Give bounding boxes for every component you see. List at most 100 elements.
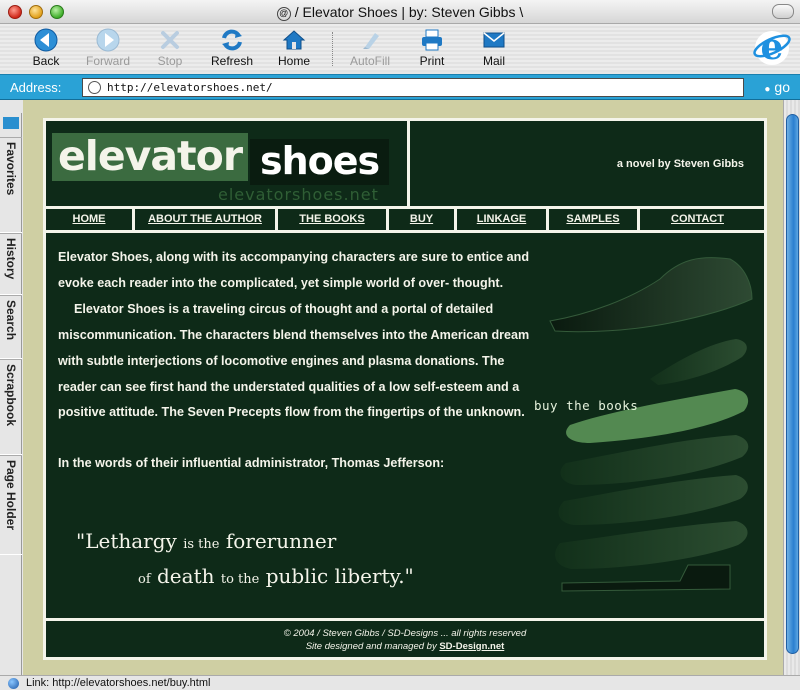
refresh-label: Refresh [210, 54, 254, 68]
home-label: Home [277, 54, 310, 68]
footer-credit: Site designed and managed by SD-Design.n… [46, 640, 764, 653]
explorer-tab-label: History [4, 238, 18, 280]
print-button[interactable]: Print [402, 27, 462, 71]
go-button[interactable]: ● go [748, 75, 800, 99]
quote-part: death [157, 564, 215, 588]
forward-arrow-icon [96, 28, 120, 52]
page-icon [88, 81, 101, 94]
status-bar: Link: http://elevatorshoes.net/buy.html [0, 675, 800, 690]
toolbar-toggle-button[interactable] [772, 4, 794, 19]
shoe-insole [650, 339, 747, 385]
stop-label: Stop [157, 54, 183, 68]
web-content-area: elevator shoes elevatorshoes.net a novel… [23, 100, 783, 675]
nav-home[interactable]: HOME [46, 209, 135, 230]
title-bar[interactable]: @ / Elevator Shoes | by: Steven Gibbs \ [0, 0, 800, 24]
vertical-scrollbar[interactable] [783, 100, 800, 675]
explorer-tab-label: Favorites [4, 142, 18, 196]
back-arrow-icon [34, 28, 58, 52]
explorer-tab-search[interactable]: Search [0, 295, 22, 359]
shoe-cutaway-illustration [549, 257, 753, 592]
logo-word-shoes: shoes [250, 139, 390, 185]
paragraph-2: Elevator Shoes is a traveling circus of … [58, 301, 530, 420]
forward-button[interactable]: Forward [78, 27, 138, 71]
intro-text: Elevator Shoes, along with its accompany… [58, 245, 530, 477]
go-label: go [774, 79, 790, 95]
internet-explorer-logo-icon: e [753, 28, 791, 68]
quote-part: "Lethargy [76, 529, 177, 553]
explorer-tab-label: Search [4, 300, 18, 341]
buy-the-books-link[interactable]: buy the books [534, 398, 638, 413]
autofill-button[interactable]: AutoFill [340, 27, 400, 71]
home-button[interactable]: Home [264, 27, 324, 71]
globe-icon [8, 678, 19, 689]
paragraph-1: Elevator Shoes, along with its accompany… [58, 250, 530, 290]
address-url-text: http://elevatorshoes.net/ [107, 81, 273, 94]
refresh-icon [222, 29, 242, 51]
paragraph-3: In the words of their influential admini… [58, 456, 445, 471]
shoe-upper [549, 257, 753, 333]
address-input[interactable]: http://elevatorshoes.net/ [82, 78, 744, 97]
explorer-tab-favorites[interactable]: Favorites [0, 137, 22, 233]
explorer-tab-page-holder[interactable]: Page Holder [0, 455, 22, 555]
nav-the-books[interactable]: THE BOOKS [278, 209, 389, 230]
toolbar: Back Forward Stop Refresh Home AutoFill … [0, 24, 800, 72]
forward-label: Forward [85, 54, 130, 68]
explorer-tab-label: Page Holder [4, 460, 18, 531]
window-title-text: / Elevator Shoes | by: Steven Gibbs \ [294, 4, 524, 20]
nav-samples[interactable]: SAMPLES [549, 209, 640, 230]
address-label: Address: [10, 80, 62, 95]
explorer-tab-label: Scrapbook [4, 364, 18, 427]
toolbar-separator [332, 32, 333, 66]
stop-x-icon [161, 31, 179, 49]
sd-design-link[interactable]: SD-Design.net [439, 641, 504, 652]
quote-line-2: of death to the public liberty." [138, 564, 414, 588]
quote-part: to the [220, 572, 260, 587]
go-arrow-icon: ● [764, 84, 771, 95]
autofill-pen-icon [363, 33, 379, 49]
nav-about-the-author[interactable]: ABOUT THE AUTHOR [135, 209, 278, 230]
logo-word-elevator: elevator [52, 133, 249, 181]
quote-line-1: "Lethargy is the forerunner [76, 529, 336, 553]
back-button[interactable]: Back [16, 27, 76, 71]
nav-buy[interactable]: BUY [389, 209, 457, 230]
quote-part: forerunner [225, 529, 337, 553]
shoe-heel-sole [561, 564, 731, 592]
address-bar: Address: http://elevatorshoes.net/ ● go [0, 74, 800, 100]
site-logo[interactable]: elevator shoes elevatorshoes.net [46, 121, 410, 206]
stop-button[interactable]: Stop [140, 27, 200, 71]
logo-url-text: elevatorshoes.net [218, 185, 379, 204]
mail-button[interactable]: Mail [464, 27, 524, 71]
site-tagline: a novel by Steven Gibbs [616, 158, 744, 170]
print-label: Print [419, 54, 445, 68]
refresh-button[interactable]: Refresh [202, 27, 262, 71]
main-content: Elevator Shoes, along with its accompany… [46, 233, 764, 618]
mail-label: Mail [482, 54, 505, 68]
nav-contact[interactable]: CONTACT [640, 209, 755, 230]
footer-copyright: © 2004 / Steven Gibbs / SD-Designs ... a… [283, 628, 527, 639]
window-title: @ / Elevator Shoes | by: Steven Gibbs \ [0, 4, 800, 21]
footer-credit-text: Site designed and managed by [305, 641, 437, 652]
svg-text:e: e [761, 28, 784, 68]
mail-envelope-icon [483, 32, 505, 48]
at-sign-icon: @ [276, 7, 291, 21]
explorer-tab-scrapbook[interactable]: Scrapbook [0, 359, 22, 455]
explorer-tab-history[interactable]: History [0, 233, 22, 295]
browser-window: @ / Elevator Shoes | by: Steven Gibbs \ B… [0, 0, 800, 690]
nav-linkage[interactable]: LINKAGE [457, 209, 549, 230]
printer-icon [422, 29, 442, 51]
autofill-label: AutoFill [349, 54, 390, 68]
explorer-bar-toggle-icon[interactable] [3, 117, 19, 129]
site-footer: © 2004 / Steven Gibbs / SD-Designs ... a… [46, 618, 764, 658]
shoe-outsole [555, 521, 748, 569]
status-text: Link: http://elevatorshoes.net/buy.html [26, 677, 211, 689]
site-page: elevator shoes elevatorshoes.net a novel… [43, 118, 767, 660]
quote-part: of [138, 572, 151, 587]
site-nav: HOME ABOUT THE AUTHOR THE BOOKS BUY LINK… [46, 206, 764, 233]
quote-part: public liberty." [265, 564, 414, 588]
back-label: Back [32, 54, 60, 68]
quote-part: is the [183, 537, 220, 552]
home-icon [282, 30, 306, 50]
explorer-bar: Favorites History Search Scrapbook Page … [0, 113, 22, 675]
site-header-right: a novel by Steven Gibbs [413, 121, 764, 206]
scrollbar-thumb[interactable] [786, 114, 799, 654]
